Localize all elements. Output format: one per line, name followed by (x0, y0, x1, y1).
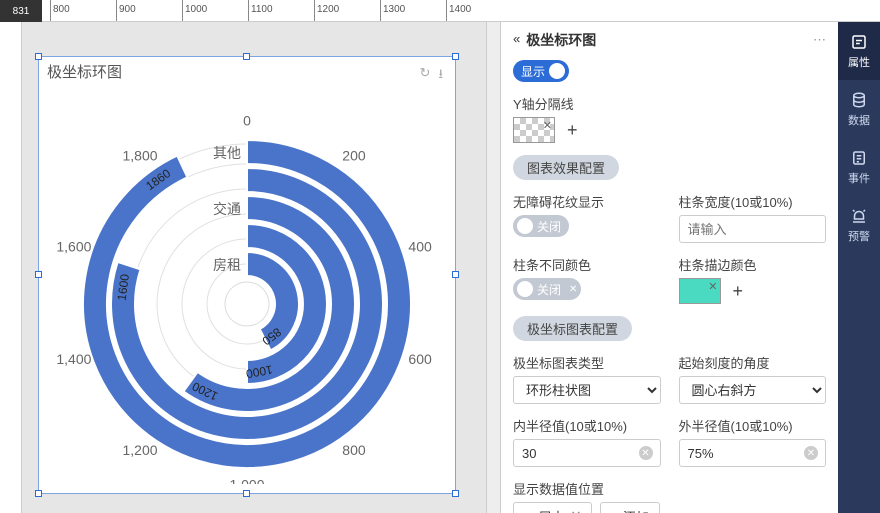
svg-text:1,600: 1,600 (56, 238, 91, 254)
chart-title: 极坐标环图 (47, 61, 447, 82)
stroke-color-swatch[interactable]: ✕ (679, 278, 721, 304)
chart-type-select[interactable]: 环形柱状图 (513, 376, 661, 404)
tab-label: 预警 (848, 228, 870, 244)
panel-collapse-icon[interactable]: » (513, 33, 520, 48)
tab-attributes[interactable]: 属性 (838, 22, 880, 80)
section-effects: 图表效果配置 (513, 155, 619, 180)
svg-text:800: 800 (342, 442, 366, 458)
clear-icon[interactable]: ✕ (569, 284, 577, 295)
toggle-label: 关闭 (537, 218, 561, 235)
toggle-label: 关闭 (537, 281, 561, 298)
pattern-toggle[interactable]: 关闭 (513, 215, 569, 237)
remove-tag-icon[interactable]: ✕ (570, 508, 581, 513)
panel-title: 极坐标环图 (526, 30, 596, 50)
svg-text:交通: 交通 (213, 201, 241, 217)
chart-type-label: 极坐标图表类型 (513, 353, 661, 372)
add-tag-label: 添加 (623, 507, 649, 513)
toggle-knob (517, 218, 533, 234)
panel-menu-icon[interactable]: ⋯ (813, 32, 826, 48)
tab-label: 事件 (848, 170, 870, 186)
y-divider-label: Y轴分隔线 (513, 94, 826, 113)
toggle-knob (517, 281, 533, 297)
add-color-icon[interactable]: + (733, 281, 744, 302)
svg-text:1,200: 1,200 (122, 442, 157, 458)
display-toggle[interactable]: 显示 (513, 60, 569, 82)
clear-swatch-icon[interactable]: ✕ (708, 280, 717, 293)
svg-text:200: 200 (342, 147, 366, 163)
add-divider-icon[interactable]: + (567, 120, 578, 141)
svg-text:1,400: 1,400 (56, 351, 91, 367)
inner-radius-label: 内半径值(10或10%) (513, 416, 661, 435)
tab-events[interactable]: 事件 (838, 138, 880, 196)
canvas-scrollbar[interactable] (486, 22, 500, 513)
download-icon[interactable]: ⭳ (438, 65, 443, 87)
svg-text:1,000: 1,000 (229, 477, 264, 484)
data-pos-tag[interactable]: 1: 居中 ✕ (513, 502, 592, 513)
tag-text: 1: 居中 (524, 507, 564, 513)
section-polar: 极坐标图表配置 (513, 316, 632, 341)
clear-input-icon[interactable]: ✕ (639, 446, 653, 460)
ruler-corner: 831 (0, 0, 42, 22)
clear-swatch-icon[interactable]: ✕ (543, 119, 552, 132)
start-angle-select[interactable]: 圆心右斜方 (679, 376, 827, 404)
start-angle-label: 起始刻度的角度 (679, 353, 827, 372)
polar-bar-chart: 02004006008001,0001,2001,4001,6001,80085… (52, 94, 442, 484)
diff-color-label: 柱条不同颜色 (513, 255, 661, 274)
design-canvas[interactable]: 极坐标环图 ↻ ⭳ 0 200 400 600 800 1,000 1,200 1,400 1,… (22, 22, 486, 513)
tab-label: 数据 (848, 112, 870, 128)
list-icon (850, 149, 868, 167)
tab-alarm[interactable]: 预警 (838, 196, 880, 254)
refresh-icon[interactable]: ↻ (420, 65, 431, 87)
diff-color-toggle[interactable]: 关闭 ✕ (513, 278, 581, 300)
alarm-icon (850, 207, 868, 225)
svg-text:其他: 其他 (213, 145, 241, 161)
toggle-label: 显示 (521, 63, 545, 80)
outer-radius-label: 外半径值(10或10%) (679, 416, 827, 435)
database-icon (850, 91, 868, 109)
tab-data[interactable]: 数据 (838, 80, 880, 138)
ruler-horizontal: 80090010001100120013001400 (42, 0, 880, 21)
bar-width-input[interactable] (679, 215, 827, 243)
svg-text:400: 400 (408, 238, 432, 254)
attributes-icon (850, 33, 868, 51)
ruler-vertical (0, 22, 22, 513)
toggle-knob (549, 63, 565, 79)
bar-width-label: 柱条宽度(10或10%) (679, 192, 827, 211)
y-divider-swatch[interactable]: ✕ (513, 117, 555, 143)
svg-text:房租: 房租 (213, 257, 241, 273)
svg-text:600: 600 (408, 351, 432, 367)
add-tag-button[interactable]: +添加 (600, 502, 660, 513)
pattern-label: 无障碍花纹显示 (513, 192, 661, 211)
data-pos-label: 显示数据值位置 (513, 479, 826, 498)
svg-text:1,800: 1,800 (122, 147, 157, 163)
tab-label: 属性 (848, 54, 870, 70)
selected-widget[interactable]: 极坐标环图 ↻ ⭳ 0 200 400 600 800 1,000 1,200 1,400 1,… (38, 56, 456, 494)
stroke-color-label: 柱条描边颜色 (679, 255, 827, 274)
clear-input-icon[interactable]: ✕ (804, 446, 818, 460)
svg-text:0: 0 (243, 113, 251, 129)
